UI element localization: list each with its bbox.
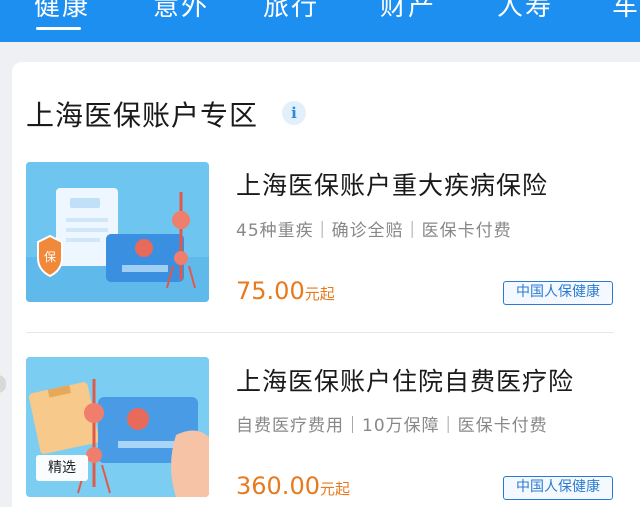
product-title[interactable]: 上海医保账户重大疾病保险 [236,166,548,202]
shield-badge-text: 保 [43,250,56,264]
active-tab-indicator [36,27,81,30]
price-value: 360.00 [236,472,320,500]
product-price: 360.00元起 [236,472,350,500]
brand-badge: 中国人保健康 [503,476,613,500]
product-image-hospitalization[interactable]: 精选 [26,357,209,497]
featured-badge: 精选 [36,455,88,481]
product-tags: 45种重疾｜确诊全赔｜医保卡付费 [236,221,512,241]
scroll-handle[interactable] [0,375,6,393]
product-tags: 自费医疗费用｜10万保障｜医保卡付费 [236,416,548,436]
price-value: 75.00 [236,277,305,305]
info-icon[interactable]: i [282,101,306,125]
tab-accident[interactable]: 意外 [153,0,209,23]
divider [26,332,614,333]
product-image-critical-illness[interactable]: 保 [26,162,209,302]
tab-car[interactable]: 车 [612,0,640,23]
top-tab-bar: 健康 意外 旅行 财产 人寿 车 [0,0,640,42]
tab-property[interactable]: 财产 [380,0,436,23]
brand-badge: 中国人保健康 [503,281,613,305]
price-suffix: 元起 [319,480,350,498]
product-title[interactable]: 上海医保账户住院自费医疗险 [236,362,574,398]
section-title: 上海医保账户专区 [26,99,259,132]
tab-health[interactable]: 健康 [34,0,90,23]
price-suffix: 元起 [304,285,335,303]
tab-travel[interactable]: 旅行 [263,0,319,23]
tab-life[interactable]: 人寿 [497,0,553,23]
critical-illness-illustration [26,162,209,302]
product-price: 75.00元起 [236,277,335,305]
